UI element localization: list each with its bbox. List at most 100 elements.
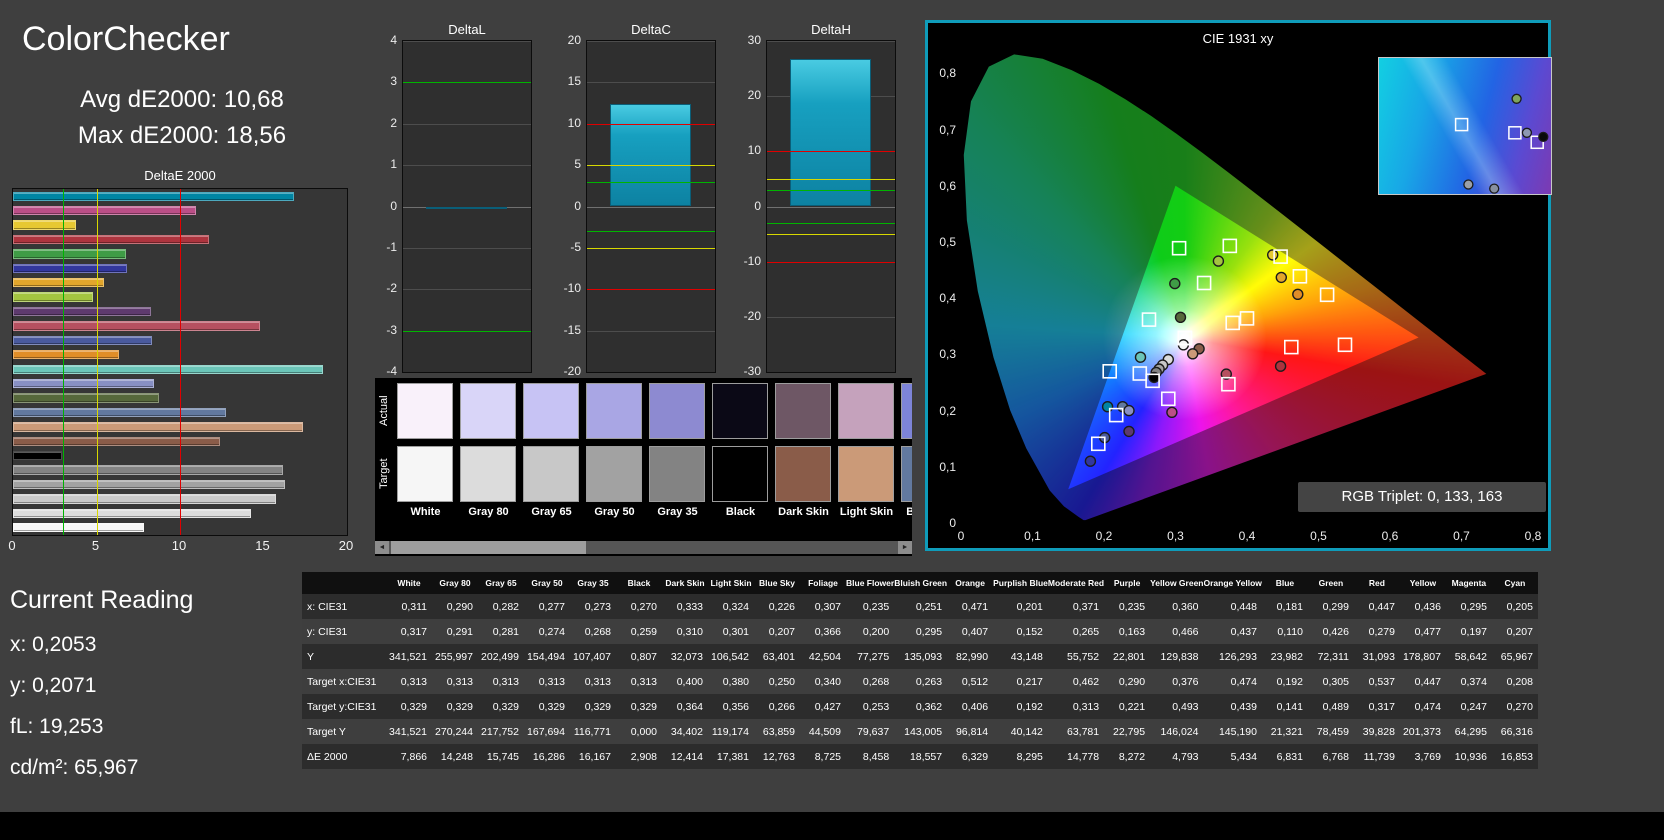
inset-measured-point-5 — [1463, 179, 1474, 190]
deltae-reference-line — [96, 189, 98, 535]
target-point-bluish-green — [1141, 312, 1157, 327]
cell-tY-gray-80: 270,244 — [432, 719, 478, 744]
target-swatch-dark-skin[interactable] — [775, 446, 831, 502]
cell-tx-red: 0,537 — [1353, 669, 1400, 694]
scrollbar-right-arrow-icon[interactable]: ► — [898, 541, 912, 554]
scrollbar-thumb[interactable] — [391, 541, 586, 554]
deltaC-reference-line — [587, 231, 715, 233]
swatch-column-gray-80: Gray 80 — [460, 378, 517, 522]
target-point-purple — [1161, 391, 1176, 407]
swatch-label-gray-65: Gray 65 — [531, 506, 572, 518]
cell-x-white: 0,311 — [386, 594, 432, 619]
cell-x-gray-35: 0,273 — [570, 594, 616, 619]
actual-swatch-blue-sky[interactable] — [901, 383, 912, 439]
column-header-orange: Orange — [947, 572, 994, 594]
cell-y-magenta: 0,197 — [1445, 619, 1492, 644]
cie-y-tick-label: 0,6 — [939, 178, 956, 193]
swatch-label-blue-sky: Blue Sky — [906, 506, 912, 518]
target-swatch-black[interactable] — [712, 446, 768, 502]
deltae2000-x-axis: 0 5 10 15 20 — [8, 538, 353, 556]
gridline — [403, 41, 531, 42]
measured-point-light-skin — [1187, 348, 1199, 360]
cell-Y-dark-skin: 32,073 — [662, 644, 708, 669]
target-swatch-gray-50[interactable] — [586, 446, 642, 502]
column-header-purple: Purple — [1104, 572, 1151, 594]
cell-ty-blue-sky: 0,266 — [754, 694, 800, 719]
cell-tx-yellow-green: 0,376 — [1150, 669, 1204, 694]
scrollbar-track[interactable] — [389, 541, 898, 554]
cell-Y-yellow: 178,807 — [1399, 644, 1446, 669]
column-header-blue-flower: Blue Flower — [846, 572, 895, 594]
measured-point-blue — [1084, 455, 1097, 467]
cell-ty-red: 0,317 — [1353, 694, 1400, 719]
deltaH-reference-line — [767, 234, 895, 236]
actual-swatch-dark-skin[interactable] — [775, 383, 831, 439]
cie-inset-points — [1454, 93, 1549, 194]
deltae-bar-yellow-green — [13, 292, 93, 302]
cell-y-green: 0,426 — [1307, 619, 1354, 644]
measured-point-red — [1274, 360, 1287, 372]
cell-tx-cyan: 0,208 — [1491, 669, 1538, 694]
cell-dE-blue-sky: 12,763 — [754, 744, 800, 769]
deltae-bar-orange — [13, 350, 119, 360]
swatch-label-light-skin: Light Skin — [839, 506, 894, 518]
target-swatch-gray-80[interactable] — [460, 446, 516, 502]
cell-dE-black: 2,908 — [616, 744, 662, 769]
actual-swatch-gray-50[interactable] — [586, 383, 642, 439]
target-swatch-gray-35[interactable] — [649, 446, 705, 502]
measured-point-bluish-green — [1134, 351, 1147, 363]
actual-swatch-gray-35[interactable] — [649, 383, 705, 439]
deltaH-y-tick-label: -20 — [743, 308, 761, 323]
deltae-bar-gray-80 — [13, 508, 251, 519]
deltaL-y-tick-label: 1 — [390, 157, 397, 172]
deltaL-bar — [426, 206, 507, 209]
actual-swatch-white[interactable] — [397, 383, 453, 439]
deltaH-y-tick-label: -30 — [743, 364, 761, 378]
cell-x-orange-yellow: 0,448 — [1203, 594, 1262, 619]
cell-y-light-skin: 0,301 — [708, 619, 754, 644]
delta-l-chart: DeltaL -4 -3 -2 -1 0 1 2 3 4 — [368, 22, 534, 378]
cell-x-light-skin: 0,324 — [708, 594, 754, 619]
table-row-ty: Target y:CIE31 0,329 0,329 0,329 0,329 0,329 0… — [302, 694, 1538, 719]
deltaC-reference-line — [587, 123, 715, 125]
cell-x-black: 0,270 — [616, 594, 662, 619]
swatch-column-blue-sky: Blue Sky — [901, 378, 912, 522]
target-swatch-gray-65[interactable] — [523, 446, 579, 502]
cell-Y-gray-35: 107,407 — [570, 644, 616, 669]
deltae-bar-light-skin — [13, 422, 304, 432]
column-header-green: Green — [1307, 572, 1354, 594]
deltaC-reference-line — [587, 165, 715, 167]
cell-y-dark-skin: 0,310 — [662, 619, 708, 644]
cell-ty-blue-flower: 0,253 — [846, 694, 895, 719]
scrollbar-left-arrow-icon[interactable]: ◄ — [375, 541, 389, 554]
actual-swatch-light-skin[interactable] — [838, 383, 894, 439]
cell-tY-cyan: 66,316 — [1491, 719, 1538, 744]
cell-ty-magenta: 0,247 — [1445, 694, 1492, 719]
column-header-bluish-green: Bluish Green — [894, 572, 948, 594]
actual-swatch-black[interactable] — [712, 383, 768, 439]
target-swatch-blue-sky[interactable] — [901, 446, 912, 502]
target-point-moderate-red — [1283, 339, 1299, 355]
actual-swatch-gray-65[interactable] — [523, 383, 579, 439]
deltae-bar-magenta — [13, 205, 196, 216]
swatch-scrollbar[interactable]: ◄ ► — [375, 541, 912, 554]
deltae-bar-blue-flower — [13, 378, 155, 389]
cell-Y-purple: 22,801 — [1104, 644, 1151, 669]
target-swatch-light-skin[interactable] — [838, 446, 894, 502]
cell-dE-blue: 6,831 — [1261, 744, 1308, 769]
cell-tx-bluish-green: 0,263 — [894, 669, 948, 694]
cell-tY-foliage: 44,509 — [800, 719, 846, 744]
actual-swatch-gray-80[interactable] — [460, 383, 516, 439]
cell-Y-yellow-green: 129,838 — [1150, 644, 1204, 669]
cell-Y-gray-80: 255,997 — [432, 644, 478, 669]
measured-point-yellow — [1267, 249, 1279, 261]
column-header-moderate-red: Moderate Red — [1047, 572, 1105, 594]
cie-x-tick-label: 0,7 — [1453, 529, 1470, 543]
cell-x-moderate-red: 0,371 — [1047, 594, 1105, 619]
cell-tx-dark-skin: 0,400 — [662, 669, 708, 694]
target-swatch-white[interactable] — [397, 446, 453, 502]
cell-tx-light-skin: 0,380 — [708, 669, 754, 694]
cell-y-gray-50: 0,274 — [524, 619, 570, 644]
table-row-x: x: CIE31 0,311 0,290 0,282 0,277 0,273 0,270 0,… — [302, 594, 1538, 619]
measured-point-foliage — [1174, 311, 1187, 323]
